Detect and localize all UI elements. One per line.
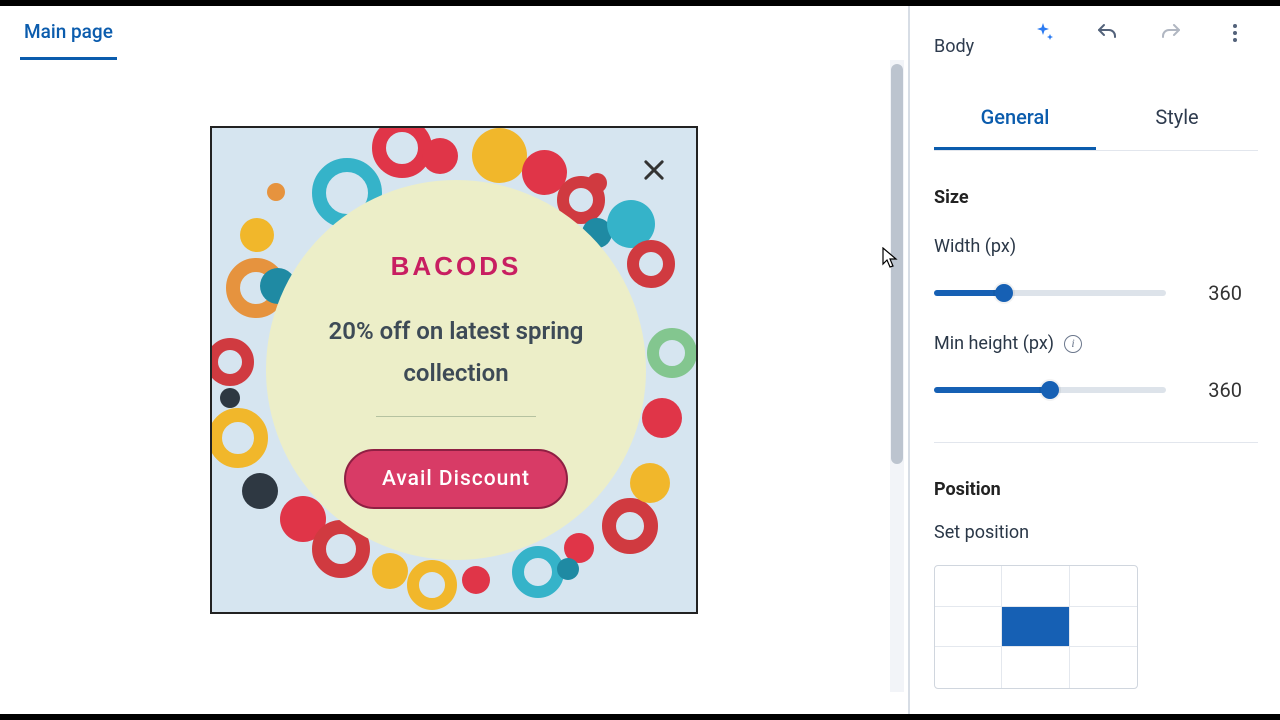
more-icon[interactable]	[1220, 18, 1250, 48]
popup-headline: 20% off on latest spring collection	[306, 310, 606, 394]
scrollbar-thumb[interactable]	[891, 64, 903, 464]
pos-top-left[interactable]	[935, 566, 1002, 607]
undo-icon[interactable]	[1092, 18, 1122, 48]
popup-brand: BACODS	[391, 251, 522, 282]
popup-divider	[376, 416, 536, 417]
label-set-position: Set position	[934, 522, 1258, 543]
min-height-slider-thumb[interactable]	[1041, 381, 1059, 399]
section-size: Size	[934, 187, 1258, 208]
min-height-value[interactable]: 360	[1194, 378, 1242, 402]
properties-panel: Body General Style Size Width (px) 360 M…	[908, 6, 1280, 714]
pos-bot-center[interactable]	[1002, 647, 1069, 688]
position-grid[interactable]	[934, 565, 1138, 689]
label-min-height: Min height (px) i	[934, 333, 1258, 354]
pos-bot-right[interactable]	[1070, 647, 1137, 688]
popup-card[interactable]: BACODS 20% off on latest spring collecti…	[210, 126, 698, 614]
label-width: Width (px)	[934, 236, 1258, 257]
pos-mid-left[interactable]	[935, 607, 1002, 648]
pos-bot-left[interactable]	[935, 647, 1002, 688]
sparkle-icon[interactable]	[1028, 18, 1058, 48]
close-icon[interactable]	[640, 156, 668, 184]
pos-top-right[interactable]	[1070, 566, 1137, 607]
avail-discount-button[interactable]: Avail Discount	[344, 449, 568, 509]
width-value[interactable]: 360	[1194, 281, 1242, 305]
tab-main-page[interactable]: Main page	[20, 20, 117, 60]
redo-icon[interactable]	[1156, 18, 1186, 48]
pos-mid-center[interactable]	[1002, 607, 1069, 648]
canvas-scrollbar[interactable]	[890, 60, 904, 692]
canvas[interactable]: BACODS 20% off on latest spring collecti…	[0, 6, 908, 714]
info-icon[interactable]: i	[1064, 335, 1082, 353]
tab-general[interactable]: General	[934, 91, 1096, 150]
min-height-slider[interactable]	[934, 387, 1166, 393]
section-position: Position	[934, 479, 1258, 500]
width-slider-thumb[interactable]	[995, 284, 1013, 302]
pos-top-center[interactable]	[1002, 566, 1069, 607]
pos-mid-right[interactable]	[1070, 607, 1137, 648]
width-slider[interactable]	[934, 290, 1166, 296]
popup-content-circle: BACODS 20% off on latest spring collecti…	[266, 180, 646, 560]
tab-style[interactable]: Style	[1096, 91, 1258, 150]
